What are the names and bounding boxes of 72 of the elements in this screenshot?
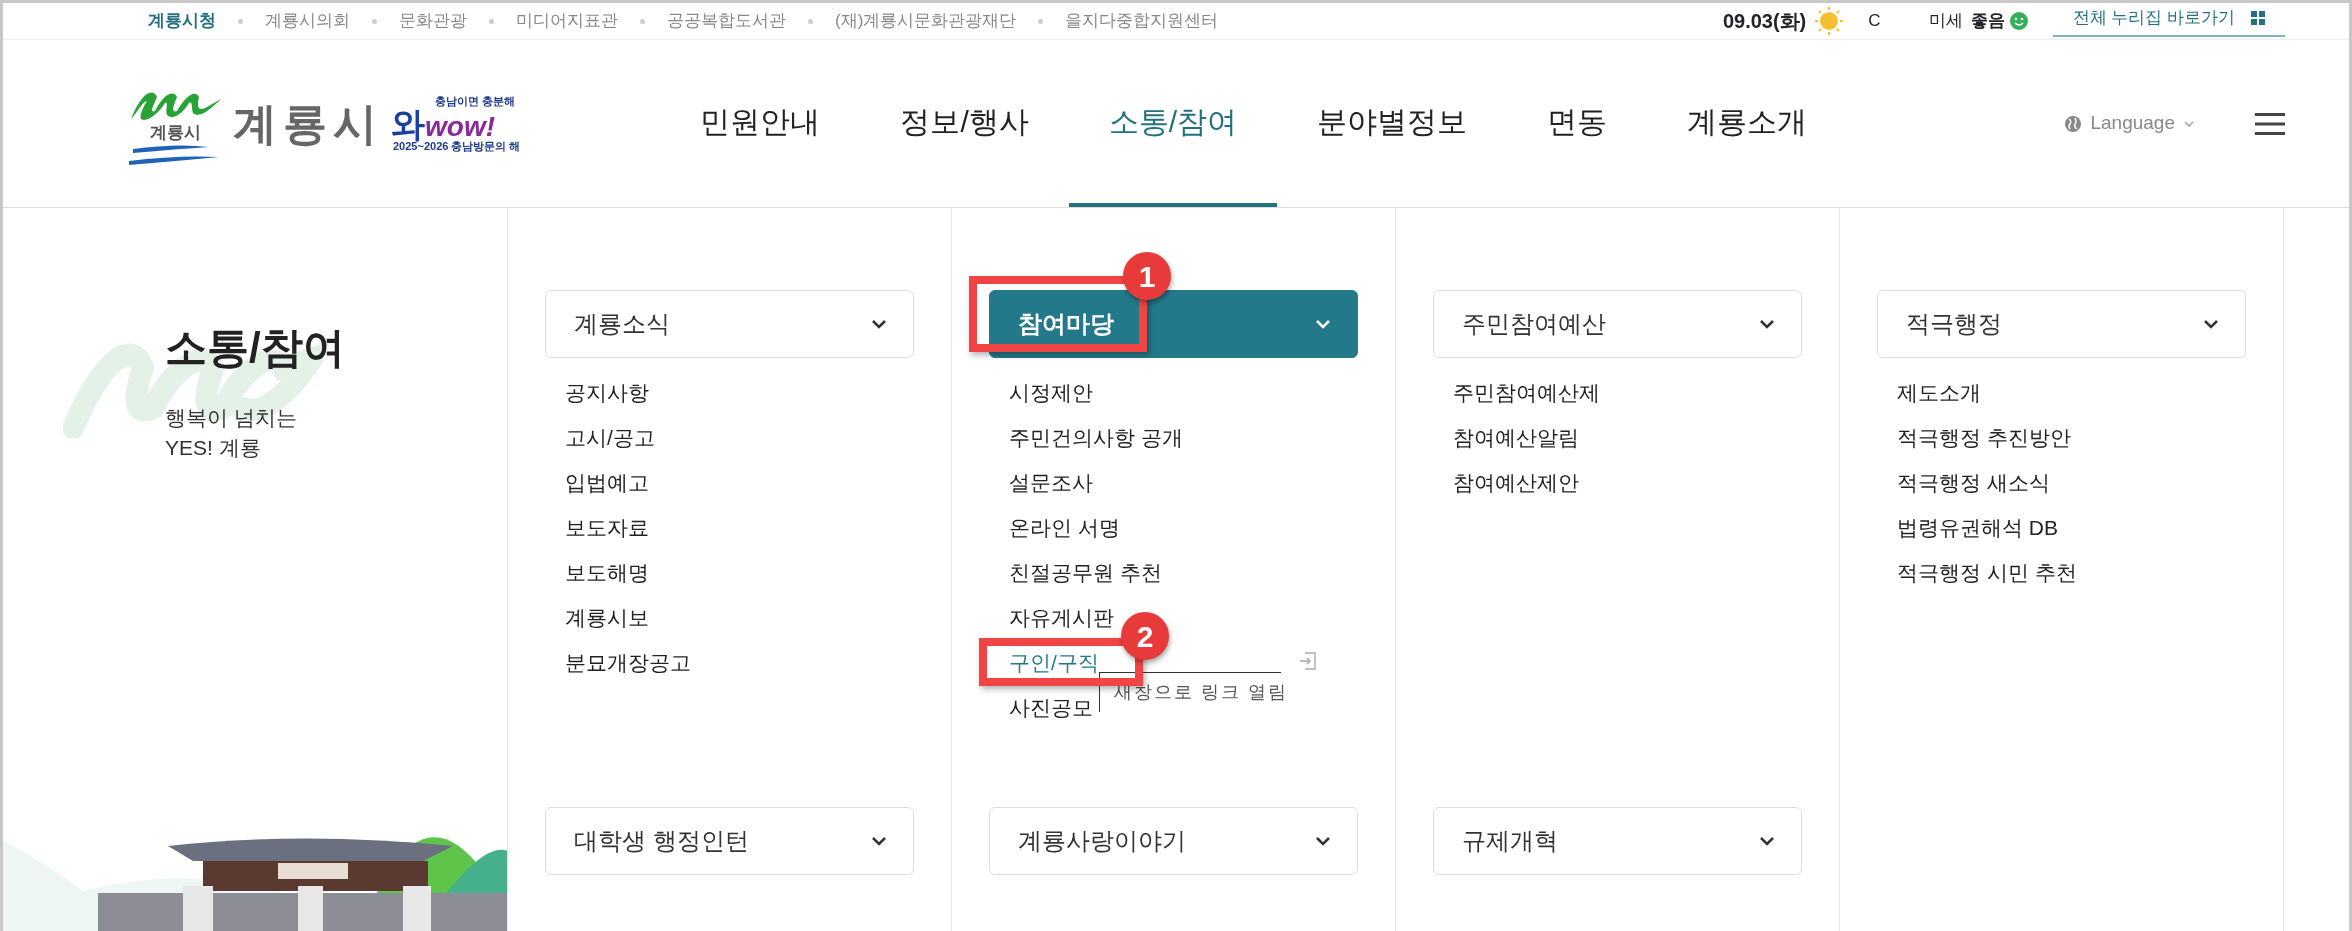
chevron-down-icon (1315, 319, 1331, 329)
dust-status: 좋음 (1970, 10, 2005, 33)
menu-link[interactable]: 법령유권해석 DB (1897, 514, 2058, 541)
menu-link[interactable]: 온라인 서명 (1009, 514, 1120, 541)
nav-link[interactable]: 소통/참여 (1068, 40, 1278, 207)
emblem-text: 계룡시 (149, 122, 201, 143)
language-button[interactable]: Language (2058, 108, 2201, 139)
chevron-down-icon (1759, 836, 1775, 846)
site-link[interactable]: 계룡시청 (148, 8, 216, 34)
menu-link[interactable]: 참여예산제안 (1453, 469, 1579, 496)
step-number: 2 (1121, 612, 1169, 660)
menu-link[interactable]: 친절공무원 추천 (1009, 559, 1162, 586)
menu-link[interactable]: 보도해명 (565, 559, 649, 586)
category-dropdown[interactable]: 대학생 행정인턴 (545, 807, 914, 875)
menu-link[interactable]: 계룡시보 (565, 604, 649, 631)
grid-icon (2251, 11, 2265, 25)
step-number: 1 (1123, 252, 1171, 300)
chevron-down-icon (1759, 319, 1775, 329)
section-title: 소통/참여 (165, 323, 346, 373)
menu-link[interactable]: 고시/공고 (565, 424, 655, 451)
section-subtitle: 행복이 넘치는 (165, 405, 298, 431)
menu-link[interactable]: 공지사항 (565, 379, 649, 406)
menu-link[interactable]: 적극행정 추진방안 (1897, 424, 2071, 451)
section-subtitle: YES! 계룡 (165, 435, 262, 461)
temperature-unit: C (1868, 10, 1881, 33)
menu-link[interactable]: 시정제안 (1009, 379, 1093, 406)
category-dropdown[interactable]: 주민참여예산 (1433, 290, 1802, 358)
menu-link[interactable]: 제도소개 (1897, 379, 1981, 406)
caret-icon (2183, 119, 2195, 128)
site-link[interactable]: (재)계룡시문화관광재단 (835, 8, 1017, 34)
chevron-down-icon (2203, 319, 2219, 329)
site-link[interactable]: 미디어지표관 (516, 8, 618, 34)
menu-link[interactable]: 입법예고 (565, 469, 649, 496)
menu-link[interactable]: 자유게시판 (1009, 604, 1114, 631)
menu-link[interactable]: 주민건의사항 공개 (1009, 424, 1183, 451)
category-dropdown[interactable]: 적극행정 (1877, 290, 2246, 358)
menu-link[interactable]: 설문조사 (1009, 469, 1093, 496)
smiley-icon (2008, 11, 2029, 31)
category-dropdown[interactable]: 규제개혁 (1433, 807, 1802, 875)
menu-icon (2255, 111, 2285, 136)
dust-label: 미세 (1928, 10, 1963, 33)
date-text: 09.03(화) (1722, 9, 1807, 34)
menu-link[interactable]: 참여예산알림 (1453, 424, 1579, 451)
site-link[interactable]: 공공복합도서관 (667, 8, 786, 34)
menu-link[interactable]: 보도자료 (565, 514, 649, 541)
nav-link[interactable]: 계룡소개 (1647, 40, 1848, 207)
category-dropdown[interactable]: 계룡사랑이야기 (989, 807, 1358, 875)
all-sites-link[interactable]: 전체 누리집 바로가기 (2052, 5, 2285, 37)
site-link[interactable]: 계룡시의회 (265, 8, 350, 34)
nav-link[interactable]: 민원안내 (660, 40, 861, 207)
chevron-down-icon (871, 319, 887, 329)
site-link[interactable]: 을지다중합지원센터 (1065, 8, 1219, 34)
sun-icon (1814, 6, 1845, 36)
category-dropdown[interactable]: 참여마당 (989, 290, 1358, 358)
menu-link[interactable]: 주민참여예산제 (1453, 379, 1600, 406)
nav-link[interactable]: 분야별정보 (1277, 40, 1508, 207)
slogan-top: 충남이면 충분해 (435, 95, 517, 107)
site-link[interactable]: 문화관광 (399, 8, 467, 34)
slogan-wow: wow! (425, 112, 495, 141)
nav-link[interactable]: 정보/행사 (860, 40, 1069, 207)
menu-link[interactable]: 사진공모 (1009, 694, 1093, 721)
menu-link[interactable]: 적극행정 시민 추천 (1897, 559, 2077, 586)
nav-link[interactable]: 면동 (1507, 40, 1648, 207)
slogan-wa: 와 (391, 106, 425, 141)
globe-icon (2064, 114, 2083, 133)
menu-link[interactable]: 분묘개장공고 (565, 649, 691, 676)
menu-link[interactable]: 구인/구직 (1009, 649, 1099, 676)
logo-name: 계룡시 (233, 97, 383, 150)
chevron-down-icon (871, 836, 887, 846)
chevron-down-icon (1315, 836, 1331, 846)
category-dropdown[interactable]: 계룡소식 (545, 290, 914, 358)
menu-link[interactable]: 적극행정 새소식 (1897, 469, 2050, 496)
